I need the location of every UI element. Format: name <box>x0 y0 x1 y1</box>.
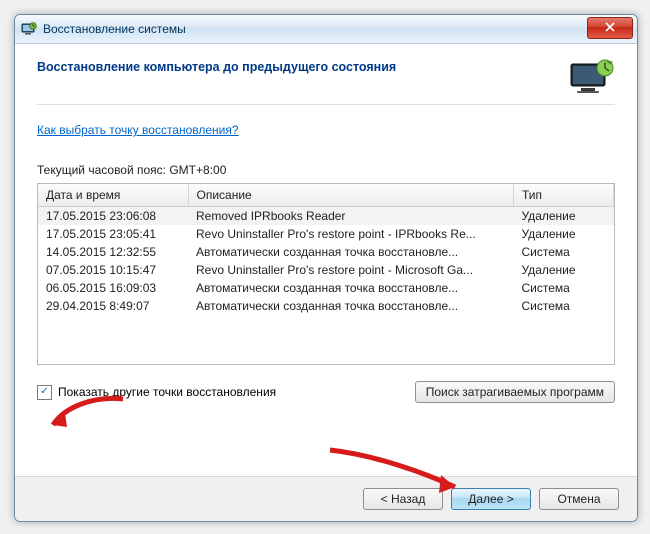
restore-icon <box>21 21 37 37</box>
cell-type: Система <box>514 297 614 315</box>
table-row[interactable]: 14.05.2015 12:32:55 Автоматически создан… <box>38 243 614 261</box>
cell-type: Удаление <box>514 207 614 226</box>
table-row[interactable]: 17.05.2015 23:06:08 Removed IPRbooks Rea… <box>38 207 614 226</box>
checkbox-icon: ✓ <box>37 385 52 400</box>
table-row[interactable]: 06.05.2015 16:09:03 Автоматически создан… <box>38 279 614 297</box>
show-other-points-label: Показать другие точки восстановления <box>58 385 276 399</box>
col-datetime[interactable]: Дата и время <box>38 184 188 207</box>
table-header-row[interactable]: Дата и время Описание Тип <box>38 184 614 207</box>
page-title: Восстановление компьютера до предыдущего… <box>37 58 396 74</box>
cell-description: Revo Uninstaller Pro's restore point - I… <box>188 225 514 243</box>
cell-datetime: 06.05.2015 16:09:03 <box>38 279 188 297</box>
cell-type: Удаление <box>514 261 614 279</box>
wizard-footer: < Назад Далее > Отмена <box>15 476 637 521</box>
cell-description: Автоматически созданная точка восстановл… <box>188 243 514 261</box>
cell-description: Автоматически созданная точка восстановл… <box>188 297 514 315</box>
restore-points-table[interactable]: Дата и время Описание Тип 17.05.2015 23:… <box>37 183 615 365</box>
divider <box>37 104 615 105</box>
cell-datetime: 17.05.2015 23:05:41 <box>38 225 188 243</box>
col-description[interactable]: Описание <box>188 184 514 207</box>
col-type[interactable]: Тип <box>514 184 614 207</box>
cell-datetime: 17.05.2015 23:06:08 <box>38 207 188 226</box>
close-button[interactable] <box>587 17 633 39</box>
window-title: Восстановление системы <box>43 22 186 36</box>
cancel-button[interactable]: Отмена <box>539 488 619 510</box>
cell-description: Removed IPRbooks Reader <box>188 207 514 226</box>
content-area: Восстановление компьютера до предыдущего… <box>15 44 637 417</box>
howto-link[interactable]: Как выбрать точку восстановления? <box>37 123 239 137</box>
next-button[interactable]: Далее > <box>451 488 531 510</box>
cell-datetime: 14.05.2015 12:32:55 <box>38 243 188 261</box>
cell-type: Система <box>514 279 614 297</box>
cell-description: Revo Uninstaller Pro's restore point - M… <box>188 261 514 279</box>
cell-datetime: 07.05.2015 10:15:47 <box>38 261 188 279</box>
show-other-points-checkbox[interactable]: ✓ Показать другие точки восстановления <box>37 385 276 400</box>
close-icon <box>605 22 615 35</box>
table-row[interactable]: 29.04.2015 8:49:07 Автоматически созданн… <box>38 297 614 315</box>
back-button[interactable]: < Назад <box>363 488 443 510</box>
timezone-label: Текущий часовой пояс: GMT+8:00 <box>37 163 615 177</box>
monitor-restore-icon <box>567 58 615 98</box>
system-restore-window: Восстановление системы Восстановление ко… <box>14 14 638 522</box>
table-row[interactable]: 07.05.2015 10:15:47 Revo Uninstaller Pro… <box>38 261 614 279</box>
affected-programs-button[interactable]: Поиск затрагиваемых программ <box>415 381 615 403</box>
cell-description: Автоматически созданная точка восстановл… <box>188 279 514 297</box>
table-row[interactable]: 17.05.2015 23:05:41 Revo Uninstaller Pro… <box>38 225 614 243</box>
cell-type: Удаление <box>514 225 614 243</box>
cell-type: Система <box>514 243 614 261</box>
titlebar: Восстановление системы <box>15 15 637 44</box>
cell-datetime: 29.04.2015 8:49:07 <box>38 297 188 315</box>
